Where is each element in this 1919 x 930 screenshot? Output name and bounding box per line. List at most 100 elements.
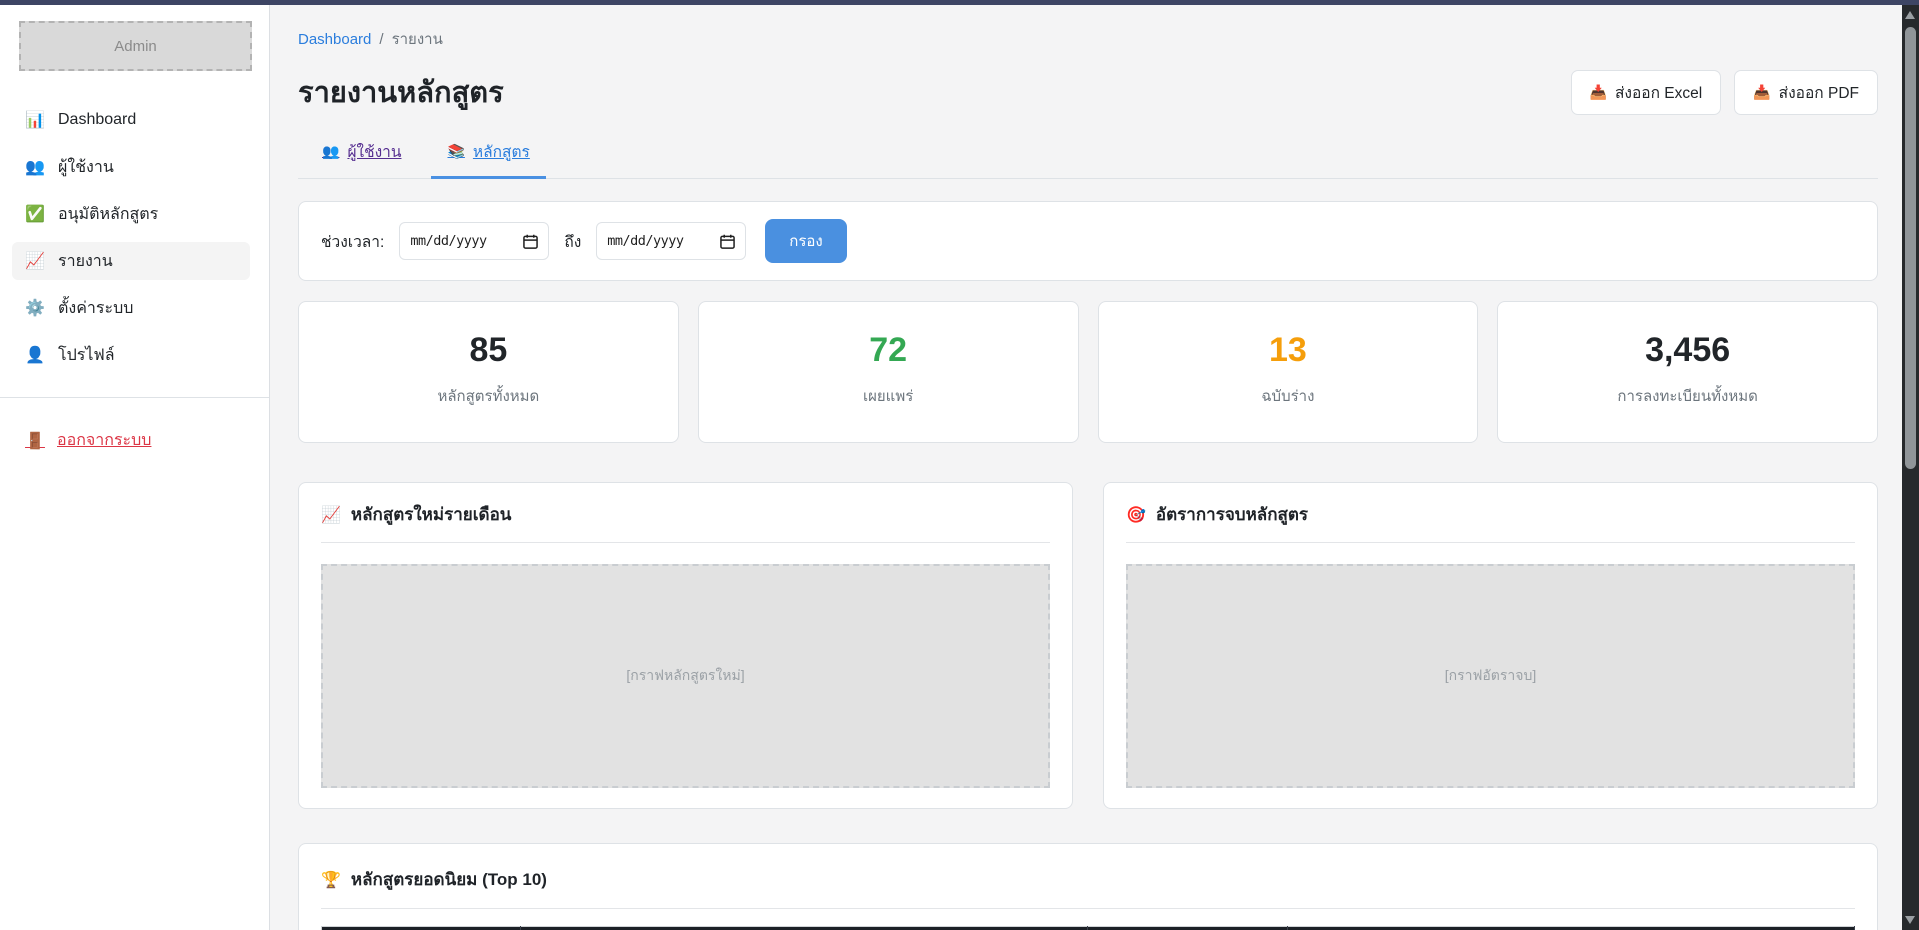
date-to-value: mm/dd/yyyy [607, 233, 683, 249]
stat-card-published: 72 เผยแพร่ [698, 301, 1079, 443]
scrollbar-thumb[interactable] [1905, 27, 1916, 469]
users-icon: 👥 [25, 157, 45, 177]
brand-label: Admin [114, 38, 157, 55]
sidebar-item-users[interactable]: 👥 ผู้ใช้งาน [12, 148, 250, 186]
stat-value: 85 [309, 328, 668, 372]
stat-value: 3,456 [1508, 328, 1867, 372]
target-icon: 🎯 [1126, 505, 1146, 525]
breadcrumb: Dashboard / รายงาน [298, 27, 1878, 51]
tab-users-label: ผู้ใช้งาน [347, 139, 401, 164]
table-header-row [322, 927, 1855, 930]
trophy-icon: 🏆 [321, 870, 341, 890]
sidebar-nav: 📊 Dashboard 👥 ผู้ใช้งาน ✅ อนุมัติหลักสูต… [0, 101, 269, 383]
stat-card-total-courses: 85 หลักสูตรทั้งหมด [298, 301, 679, 443]
chart-card-header: 📈 หลักสูตรใหม่รายเดือน [321, 501, 1050, 528]
tab-courses[interactable]: 📚 หลักสูตร [431, 139, 545, 179]
placeholder-text: [กราฟอัตราจบ] [1445, 665, 1537, 687]
date-range-label: ช่วงเวลา: [321, 229, 384, 254]
page-header: รายงานหลักสูตร 📥 ส่งออก Excel 📥 ส่งออก P… [298, 69, 1878, 115]
chart-title: อัตราการจบหลักสูตร [1156, 501, 1308, 528]
export-buttons: 📥 ส่งออก Excel 📥 ส่งออก PDF [1571, 70, 1878, 115]
new-courses-chart-placeholder: [กราฟหลักสูตรใหม่] [321, 564, 1050, 788]
stat-label: หลักสูตรทั้งหมด [309, 384, 668, 408]
card-divider [321, 908, 1855, 909]
chart-up-icon: 📈 [321, 505, 341, 525]
sidebar-item-label: โปรไฟล์ [58, 343, 115, 368]
app-window: Admin 📊 Dashboard 👥 ผู้ใช้งาน ✅ อนุมัติห… [0, 5, 1919, 930]
stat-label: ฉบับร่าง [1109, 384, 1468, 408]
logout-label: ออกจากระบบ [57, 428, 151, 453]
sidebar-item-label: อนุมัติหลักสูตร [58, 202, 158, 227]
completion-rate-chart-card: 🎯 อัตราการจบหลักสูตร [กราฟอัตราจบ] [1103, 482, 1878, 809]
report-tabs: 👥 ผู้ใช้งาน 📚 หลักสูตร [298, 139, 1878, 179]
breadcrumb-separator: / [379, 31, 383, 48]
sidebar-item-label: รายงาน [58, 249, 113, 274]
charts-row: 📈 หลักสูตรใหม่รายเดือน [กราฟหลักสูตรใหม่… [298, 482, 1878, 809]
sidebar-item-label: ผู้ใช้งาน [58, 155, 114, 180]
calendar-icon[interactable] [720, 234, 735, 249]
sidebar-item-label: Dashboard [58, 111, 136, 129]
tab-courses-label: หลักสูตร [473, 139, 530, 164]
top-courses-header: 🏆 หลักสูตรยอดนิยม (Top 10) [321, 866, 1855, 893]
stats-row: 85 หลักสูตรทั้งหมด 72 เผยแพร่ 13 ฉบับร่า… [298, 301, 1878, 443]
check-icon: ✅ [25, 204, 45, 224]
vertical-scrollbar[interactable] [1902, 5, 1919, 930]
stat-label: เผยแพร่ [709, 384, 1068, 408]
logout-link[interactable]: 🚪 ออกจากระบบ [25, 428, 250, 453]
sidebar: Admin 📊 Dashboard 👥 ผู้ใช้งาน ✅ อนุมัติห… [0, 5, 270, 930]
download-icon: 📥 [1753, 84, 1770, 101]
export-excel-label: ส่งออก Excel [1615, 80, 1702, 105]
chart-card-header: 🎯 อัตราการจบหลักสูตร [1126, 501, 1855, 528]
stat-value: 13 [1109, 328, 1468, 372]
stat-card-drafts: 13 ฉบับร่าง [1098, 301, 1479, 443]
sidebar-item-dashboard[interactable]: 📊 Dashboard [12, 101, 250, 139]
table-header-cell [1287, 927, 1854, 930]
breadcrumb-dashboard-link[interactable]: Dashboard [298, 31, 371, 48]
export-pdf-button[interactable]: 📥 ส่งออก PDF [1734, 70, 1878, 115]
table-header-cell [1088, 927, 1287, 930]
date-from-value: mm/dd/yyyy [410, 233, 486, 249]
date-filter-bar: ช่วงเวลา: mm/dd/yyyy ถึง mm/dd/yyyy กรอง [298, 201, 1878, 281]
bar-chart-icon: 📊 [25, 110, 45, 130]
brand-placeholder: Admin [19, 21, 252, 71]
export-pdf-label: ส่งออก PDF [1779, 80, 1859, 105]
sidebar-item-label: ตั้งค่าระบบ [58, 296, 133, 321]
sidebar-item-course-approval[interactable]: ✅ อนุมัติหลักสูตร [12, 195, 250, 233]
to-label: ถึง [564, 229, 581, 254]
card-divider [1126, 542, 1855, 543]
export-excel-button[interactable]: 📥 ส่งออก Excel [1571, 70, 1722, 115]
date-from-input[interactable]: mm/dd/yyyy [399, 222, 549, 260]
chart-title: หลักสูตรใหม่รายเดือน [351, 501, 512, 528]
calendar-icon[interactable] [523, 234, 538, 249]
sidebar-item-reports[interactable]: 📈 รายงาน [12, 242, 250, 280]
stat-value: 72 [709, 328, 1068, 372]
new-courses-chart-card: 📈 หลักสูตรใหม่รายเดือน [กราฟหลักสูตรใหม่… [298, 482, 1073, 809]
stat-card-total-enrollments: 3,456 การลงทะเบียนทั้งหมด [1497, 301, 1878, 443]
door-icon: 🚪 [25, 431, 45, 451]
books-icon: 📚 [447, 143, 464, 160]
users-icon: 👥 [322, 143, 339, 160]
scroll-up-arrow-icon[interactable] [1905, 11, 1915, 19]
top-courses-table [321, 926, 1855, 930]
sidebar-item-settings[interactable]: ⚙️ ตั้งค่าระบบ [12, 289, 250, 327]
tab-users[interactable]: 👥 ผู้ใช้งาน [306, 139, 417, 179]
gear-icon: ⚙️ [25, 298, 45, 318]
top-courses-title: หลักสูตรยอดนิยม (Top 10) [351, 866, 547, 893]
sidebar-divider [0, 397, 269, 398]
scroll-down-arrow-icon[interactable] [1905, 916, 1915, 924]
breadcrumb-current: รายงาน [392, 27, 443, 51]
stat-label: การลงทะเบียนทั้งหมด [1508, 384, 1867, 408]
download-icon: 📥 [1590, 84, 1607, 101]
main-content: Dashboard / รายงาน รายงานหลักสูตร 📥 ส่งอ… [270, 5, 1919, 930]
table-header-cell [322, 927, 521, 930]
placeholder-text: [กราฟหลักสูตรใหม่] [626, 665, 744, 687]
top-courses-card: 🏆 หลักสูตรยอดนิยม (Top 10) [298, 843, 1878, 930]
page-title: รายงานหลักสูตร [298, 69, 504, 115]
sidebar-item-profile[interactable]: 👤 โปรไฟล์ [12, 336, 250, 374]
card-divider [321, 542, 1050, 543]
user-icon: 👤 [25, 345, 45, 365]
table-header-cell [521, 927, 1088, 930]
chart-up-icon: 📈 [25, 251, 45, 271]
filter-button[interactable]: กรอง [765, 219, 846, 263]
date-to-input[interactable]: mm/dd/yyyy [596, 222, 746, 260]
